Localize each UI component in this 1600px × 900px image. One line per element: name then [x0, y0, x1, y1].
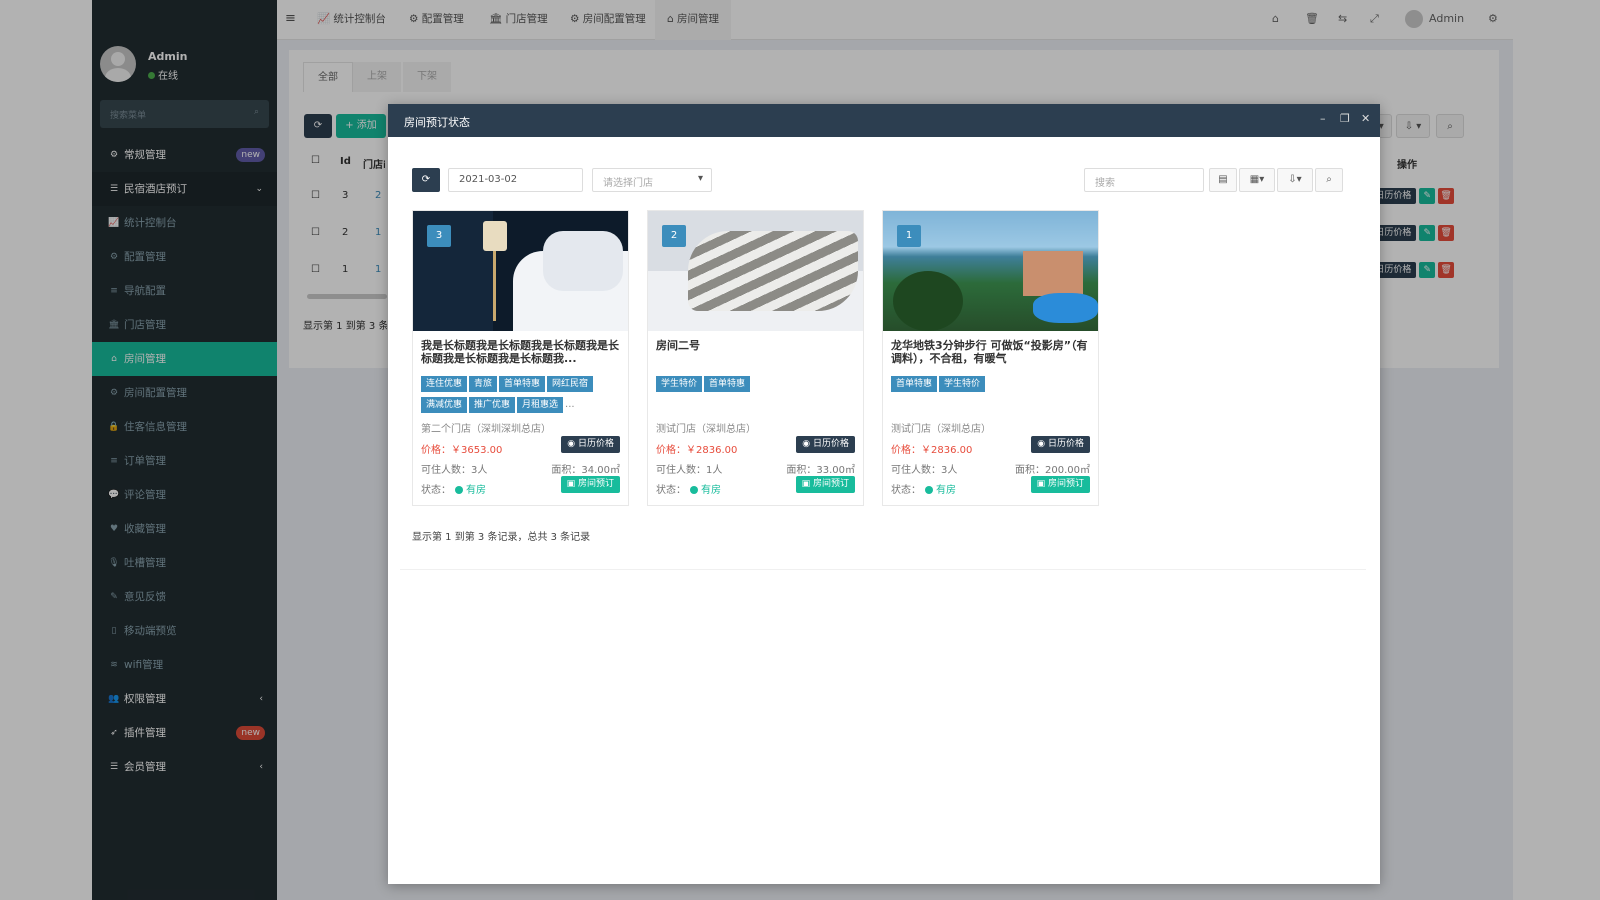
room-capacity: 可住人数：3人: [891, 465, 958, 476]
room-tags: 首单特惠 学生特价: [891, 376, 1091, 397]
room-card[interactable]: 1 龙华地铁3分钟步行 可做饭“投影房”（有调料），不合租，有暖气首单特惠 学生特价…: [882, 210, 1099, 506]
room-title: 龙华地铁3分钟步行 可做饭“投影房”（有调料），不合租，有暖气: [891, 339, 1088, 365]
room-status: 状态： 有房: [891, 485, 956, 496]
minimize-icon[interactable]: –: [1320, 112, 1326, 125]
book-icon: ▣: [566, 479, 578, 489]
close-icon[interactable]: ✕: [1361, 112, 1370, 125]
room-card[interactable]: 2 房间二号学生特价 首单特惠测试门店（深圳总店） 价格：￥2836.00 ◉ 日历价格…: [647, 210, 864, 506]
room-area: 面积：200.00㎡: [1015, 465, 1090, 476]
room-tag: 满减优惠: [421, 397, 468, 413]
room-price: 价格：￥2836.00: [891, 445, 973, 456]
room-tag: 连住优惠: [421, 376, 468, 392]
status-dot-icon: [455, 486, 463, 494]
room-tags: 学生特价 首单特惠: [656, 376, 856, 397]
room-tag: 学生特价: [939, 376, 986, 392]
room-capacity: 可住人数：3人: [421, 465, 488, 476]
room-tag: 网红民宿: [547, 376, 594, 392]
room-tag: 首单特惠: [891, 376, 938, 392]
eye-icon: ◉: [1037, 439, 1048, 449]
room-tag: 首单特惠: [499, 376, 546, 392]
room-tag: 青旅: [469, 376, 498, 392]
room-card[interactable]: 3 我是长标题我是长标题我是长标题我是长标题我是长标题我是长标题我... 连住优惠青…: [412, 210, 629, 506]
calendar-price-button[interactable]: ◉ 日历价格: [561, 436, 620, 453]
modal-header: 房间预订状态 – ❐ ✕: [388, 104, 1380, 137]
calendar-price-button[interactable]: ◉ 日历价格: [1031, 436, 1090, 453]
search-button-icon[interactable]: ⌕: [1315, 168, 1343, 192]
modal-title: 房间预订状态: [404, 116, 470, 129]
book-room-button[interactable]: ▣ 房间预订: [1030, 476, 1090, 493]
book-room-button[interactable]: ▣ 房间预订: [795, 476, 855, 493]
room-number-badge: 2: [662, 225, 686, 247]
modal-refresh-button[interactable]: ⟳: [412, 168, 440, 192]
room-title: 我是长标题我是长标题我是长标题我是长标题我是长标题我是长标题我...: [421, 339, 619, 365]
chevron-down-icon: ▾: [697, 173, 703, 184]
room-tag: 首单特惠: [704, 376, 751, 392]
book-icon: ▣: [801, 479, 813, 489]
room-store: 测试门店（深圳总店）: [891, 424, 991, 435]
room-status: 状态： 有房: [656, 485, 721, 496]
room-number-badge: 1: [897, 225, 921, 247]
store-select[interactable]: 请选择门店 ▾: [592, 168, 712, 192]
status-dot-icon: [690, 486, 698, 494]
room-store: 测试门店（深圳总店）: [656, 424, 756, 435]
room-store: 第二个门店（深圳深圳总店）: [421, 424, 551, 435]
room-tag: 学生特价: [656, 376, 703, 392]
room-price: 价格：￥2836.00: [656, 445, 738, 456]
app-window: Admin 在线 搜索菜单 ⌕ ⚙ 常规管理 new ☰ 民宿酒店预订 ⌄ 📈 统计控制台 ⚙ 配…: [0, 0, 1600, 900]
toggle-view-icon[interactable]: ▤: [1209, 168, 1237, 192]
status-dot-icon: [925, 486, 933, 494]
eye-icon: ◉: [802, 439, 813, 449]
room-area: 面积：34.00㎡: [551, 465, 620, 476]
modal-pager: 显示第 1 到第 3 条记录，总共 3 条记录: [412, 532, 591, 543]
more-tags: ...: [565, 399, 575, 410]
room-area: 面积：33.00㎡: [786, 465, 855, 476]
booking-status-modal: 房间预订状态 – ❐ ✕ ⟳ 2021-03-02 请选择门店 ▾ 搜索 ▤ ▦▾…: [388, 104, 1380, 884]
search-input[interactable]: 搜索: [1084, 168, 1204, 192]
divider: [400, 569, 1366, 570]
room-price: 价格：￥3653.00: [421, 445, 503, 456]
room-number-badge: 3: [427, 225, 451, 247]
date-input[interactable]: 2021-03-02: [448, 168, 583, 192]
book-room-button[interactable]: ▣ 房间预订: [560, 476, 620, 493]
room-title: 房间二号: [656, 339, 700, 352]
room-tag: 推广优惠: [469, 397, 516, 413]
columns-icon[interactable]: ▦▾: [1239, 168, 1275, 192]
export-icon[interactable]: ⇩▾: [1277, 168, 1313, 192]
room-status: 状态： 有房: [421, 485, 486, 496]
book-icon: ▣: [1036, 479, 1048, 489]
maximize-icon[interactable]: ❐: [1340, 112, 1350, 125]
eye-icon: ◉: [567, 439, 578, 449]
room-capacity: 可住人数：1人: [656, 465, 723, 476]
calendar-price-button[interactable]: ◉ 日历价格: [796, 436, 855, 453]
room-tag: 月租惠选: [517, 397, 564, 413]
room-tags: 连住优惠 青旅 首单特惠 网红民宿满减优惠 推广优惠 月租惠选...: [421, 376, 621, 418]
